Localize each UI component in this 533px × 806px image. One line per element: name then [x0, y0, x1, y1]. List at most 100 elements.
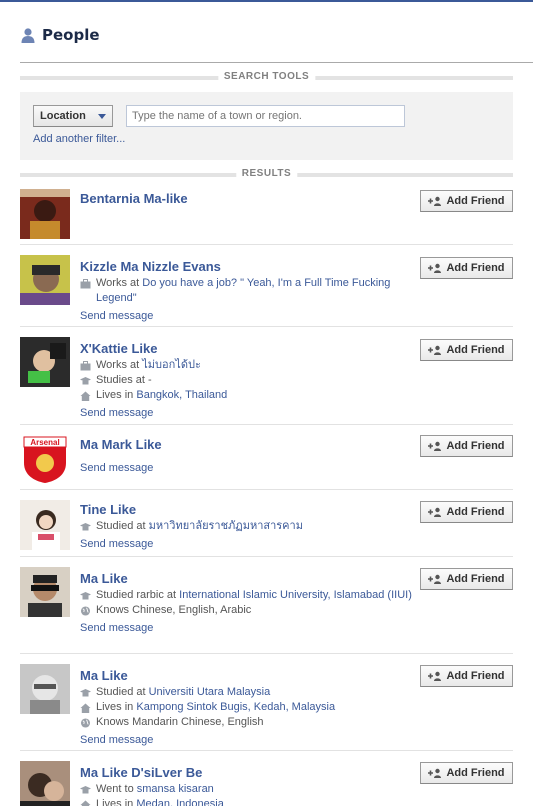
result-name-link[interactable]: Tine Like	[80, 502, 420, 517]
send-message-link[interactable]: Send message	[80, 538, 420, 550]
detail-text: Knows Mandarin Chinese, English	[96, 716, 264, 728]
result-row: Arsenal Ma Mark Like Send message Add Frien…	[20, 424, 513, 489]
search-tools-panel: Location Add another filter...	[20, 92, 513, 160]
add-friend-icon	[428, 196, 442, 206]
detail-link[interactable]: Bangkok, Thailand	[136, 389, 227, 401]
result-detail: Studied rarbic at International Islamic …	[80, 588, 420, 603]
graduation-cap-icon	[80, 523, 91, 531]
result-name-link[interactable]: Bentarnia Ma-like	[80, 191, 420, 206]
add-another-filter-link[interactable]: Add another filter...	[33, 133, 125, 145]
detail-text: Studies at -	[96, 374, 152, 386]
add-friend-label: Add Friend	[446, 767, 505, 779]
add-friend-button[interactable]: Add Friend	[420, 665, 513, 687]
avatar[interactable]	[20, 664, 70, 714]
send-message-link[interactable]: Send message	[80, 622, 420, 634]
detail-text: Went to	[96, 783, 137, 795]
location-filter-dropdown[interactable]: Location	[33, 105, 113, 127]
add-friend-icon	[428, 345, 442, 355]
header-divider	[20, 62, 533, 63]
results-label: RESULTS	[235, 168, 298, 179]
add-friend-icon	[428, 507, 442, 517]
add-friend-button[interactable]: Add Friend	[420, 339, 513, 361]
results-divider: RESULTS	[20, 168, 513, 181]
add-friend-button[interactable]: Add Friend	[420, 568, 513, 590]
home-icon	[80, 800, 91, 806]
location-search-input[interactable]	[126, 105, 405, 127]
detail-link[interactable]: Kampong Sintok Bugis, Kedah, Malaysia	[136, 701, 335, 713]
add-friend-icon	[428, 263, 442, 273]
avatar[interactable]: Arsenal	[20, 433, 70, 483]
add-friend-icon	[428, 768, 442, 778]
add-friend-button[interactable]: Add Friend	[420, 257, 513, 279]
result-row: Ma Like Studied rarbic at International I…	[20, 556, 513, 653]
detail-link[interactable]: มหาวิทยาลัยราชภัฏมหาสารคาม	[149, 520, 303, 532]
result-name-link[interactable]: Ma Like D'siLver Be	[80, 765, 420, 780]
result-detail: Studies at -	[80, 373, 420, 388]
detail-link[interactable]: ไม่บอกได้ปะ	[142, 359, 201, 371]
result-detail: Studied at Universiti Utara Malaysia	[80, 685, 420, 700]
detail-text: Lives in	[96, 701, 137, 713]
result-detail: Lives in Bangkok, Thailand	[80, 388, 420, 403]
result-detail: Lives in Kampong Sintok Bugis, Kedah, Ma…	[80, 700, 420, 715]
avatar[interactable]	[20, 337, 70, 387]
detail-link[interactable]: Universiti Utara Malaysia	[149, 686, 271, 698]
avatar[interactable]	[20, 255, 70, 305]
avatar[interactable]	[20, 500, 70, 550]
result-info: X'Kattie Like Works at ไม่บอกได้ปะ Studies…	[80, 341, 420, 419]
result-info: Tine Like Studied at มหาวิทยาลัยราชภัฏมหา…	[80, 502, 420, 550]
result-name-link[interactable]: Ma Like	[80, 571, 420, 586]
avatar[interactable]	[20, 567, 70, 617]
result-name-link[interactable]: Kizzle Ma Nizzle Evans	[80, 259, 420, 274]
add-friend-label: Add Friend	[446, 195, 505, 207]
detail-link[interactable]: smansa kisaran	[137, 783, 214, 795]
result-row: X'Kattie Like Works at ไม่บอกได้ปะ Studies…	[20, 326, 513, 424]
result-info: Kizzle Ma Nizzle Evans Works at Do you ha…	[80, 259, 420, 322]
result-info: Bentarnia Ma-like	[80, 191, 420, 208]
send-message-link[interactable]: Send message	[80, 407, 420, 419]
page-header: People	[20, 24, 100, 46]
result-row: Tine Like Studied at มหาวิทยาลัยราชภัฏมหา…	[20, 489, 513, 556]
graduation-cap-icon	[80, 786, 91, 794]
person-icon	[21, 28, 35, 43]
detail-text: Works at	[96, 359, 143, 371]
result-name-link[interactable]: Ma Mark Like	[80, 437, 420, 452]
result-name-link[interactable]: Ma Like	[80, 668, 420, 683]
home-icon	[80, 703, 91, 713]
result-info: Ma Like D'siLver Be Went to smansa kisara…	[80, 765, 420, 806]
avatar[interactable]	[20, 189, 70, 239]
add-friend-button[interactable]: Add Friend	[420, 501, 513, 523]
add-friend-label: Add Friend	[446, 262, 505, 274]
add-friend-button[interactable]: Add Friend	[420, 435, 513, 457]
result-row: Bentarnia Ma-like Add Friend	[20, 183, 513, 244]
result-row: Kizzle Ma Nizzle Evans Works at Do you ha…	[20, 244, 513, 326]
result-detail: Went to smansa kisaran	[80, 782, 420, 797]
search-tools-divider: SEARCH TOOLS	[20, 71, 513, 84]
result-name-link[interactable]: X'Kattie Like	[80, 341, 420, 356]
detail-text: Lives in	[96, 389, 137, 401]
avatar[interactable]	[20, 761, 70, 806]
globe-icon	[80, 606, 91, 616]
add-friend-label: Add Friend	[446, 670, 505, 682]
result-row: Ma Like Studied at Universiti Utara Malay…	[20, 653, 513, 750]
result-detail: Works at Do you have a job? " Yeah, I'm …	[80, 276, 420, 306]
svg-text:Arsenal: Arsenal	[30, 438, 59, 447]
home-icon	[80, 391, 91, 401]
result-detail: Knows Mandarin Chinese, English	[80, 715, 420, 730]
location-filter-label: Location	[40, 110, 86, 122]
add-friend-label: Add Friend	[446, 344, 505, 356]
send-message-link[interactable]: Send message	[80, 462, 420, 474]
add-friend-button[interactable]: Add Friend	[420, 190, 513, 212]
graduation-cap-icon	[80, 377, 91, 385]
send-message-link[interactable]: Send message	[80, 310, 420, 322]
result-info: Ma Like Studied at Universiti Utara Malay…	[80, 668, 420, 746]
detail-link[interactable]: International Islamic University, Islama…	[179, 589, 412, 601]
graduation-cap-icon	[80, 592, 91, 600]
detail-text: Knows Chinese, English, Arabic	[96, 604, 252, 616]
add-friend-button[interactable]: Add Friend	[420, 762, 513, 784]
globe-icon	[80, 718, 91, 728]
detail-text: Studied at	[96, 686, 149, 698]
send-message-link[interactable]: Send message	[80, 734, 420, 746]
detail-link[interactable]: Medan, Indonesia	[136, 798, 223, 806]
result-info: Ma Like Studied rarbic at International I…	[80, 571, 420, 634]
result-row: Ma Like D'siLver Be Went to smansa kisara…	[20, 750, 513, 806]
